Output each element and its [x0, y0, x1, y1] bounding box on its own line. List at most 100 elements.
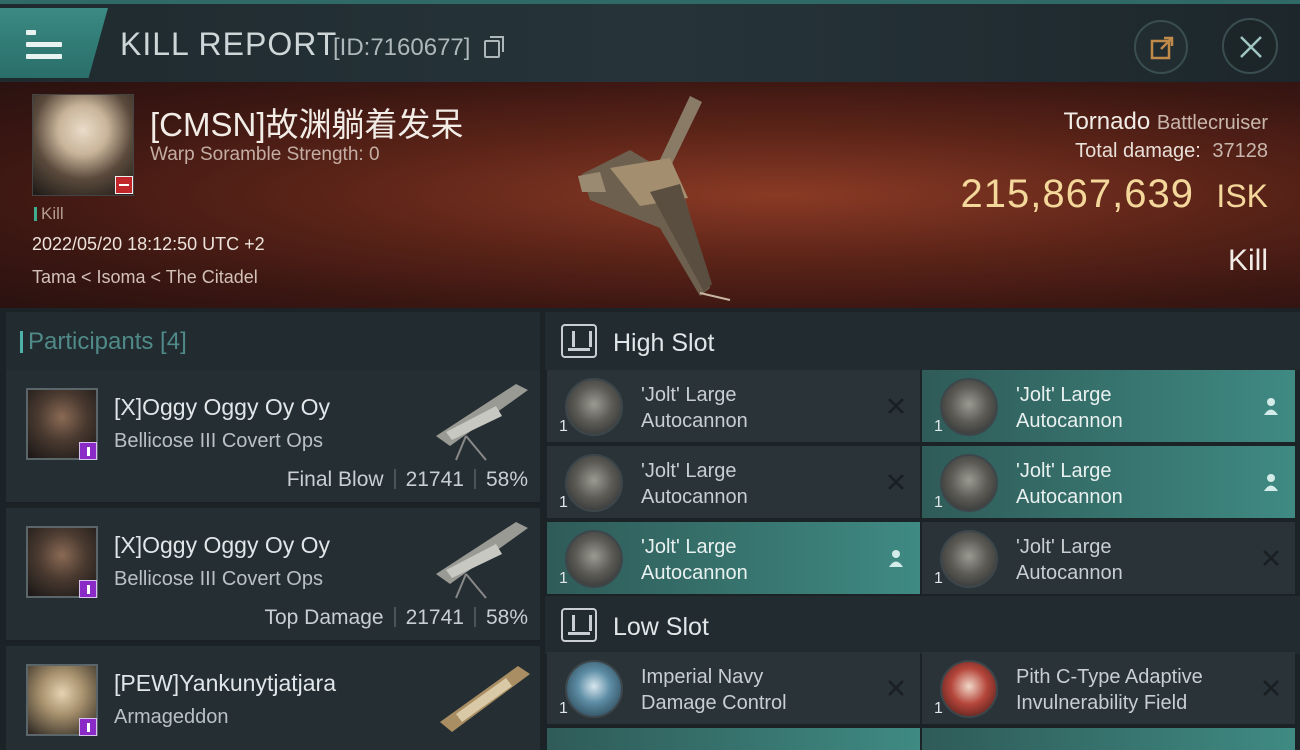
share-icon — [1150, 36, 1174, 60]
autocannon-icon — [940, 378, 998, 436]
ship-name[interactable]: Tornado — [1063, 108, 1150, 135]
module-item[interactable]: 1 'Jolt' Large Autocannon — [922, 370, 1295, 442]
participant-ship: Bellicose III Covert Ops — [114, 568, 323, 590]
participant-role: Final Blow — [286, 468, 384, 491]
destroyed-icon — [888, 398, 904, 414]
module-name: 'Jolt' Large Autocannon — [1016, 458, 1256, 510]
isk-amount: 215,867,639 — [960, 172, 1194, 216]
warp-scramble-strength: Warp Soramble Strength: 0 — [150, 144, 380, 165]
module-name-line1: 'Jolt' Large — [1016, 536, 1112, 558]
invulnerability-field-icon — [940, 660, 998, 718]
module-name-line2: Invulnerability Field — [1016, 692, 1188, 714]
participant-percent: 58% — [485, 606, 528, 629]
ship-role-icon — [79, 442, 97, 460]
module-quantity: 1 — [559, 494, 568, 511]
corp-badge-icon — [115, 176, 133, 194]
participant-name: [X]Oggy Oggy Oy Oy — [114, 394, 331, 420]
module-name-line1: 'Jolt' Large — [641, 460, 737, 482]
module-name-line1: 'Jolt' Large — [1016, 384, 1112, 406]
module-item[interactable]: 1 Imperial Navy Damage Control — [547, 652, 920, 724]
autocannon-icon — [565, 454, 623, 512]
autocannon-icon — [940, 454, 998, 512]
module-quantity: 1 — [934, 700, 943, 717]
module-quantity: 1 — [934, 494, 943, 511]
module-item[interactable]: 1 'Jolt' Large Autocannon — [922, 446, 1295, 518]
total-damage: Total damage: 37128 — [1075, 140, 1268, 163]
kill-result: Kill — [1227, 244, 1268, 277]
autocannon-icon — [940, 530, 998, 588]
kill-location[interactable]: Tama < Isoma < The Citadel — [32, 267, 258, 288]
module-quantity: 1 — [559, 418, 568, 435]
destroyed-icon — [888, 474, 904, 490]
close-button[interactable] — [1222, 18, 1278, 74]
module-name-line2: Autocannon — [641, 562, 748, 584]
module-name-line2: Damage Control — [641, 692, 787, 714]
module-item[interactable] — [922, 728, 1295, 750]
module-quantity: 1 — [559, 700, 568, 717]
report-id: [ID:7160677] — [333, 34, 471, 61]
isk-value: 215,867,639 ISK — [961, 172, 1268, 217]
page-title: KILL REPORT — [120, 26, 338, 62]
total-damage-value: 37128 — [1212, 140, 1268, 162]
ship-thumbnail — [436, 522, 528, 599]
destroyed-icon — [1263, 550, 1279, 566]
participant-name: [PEW]Yankunytjatjara — [114, 670, 337, 696]
damage-control-icon — [565, 660, 623, 718]
module-item[interactable] — [547, 728, 920, 750]
module-item[interactable]: 1 'Jolt' Large Autocannon — [922, 522, 1295, 594]
module-name-line2: Autocannon — [1016, 562, 1123, 584]
module-quantity: 1 — [934, 418, 943, 435]
participants-header[interactable]: Participants [4] — [6, 312, 540, 370]
ship-info: Tornado Battlecruiser — [1063, 108, 1268, 136]
module-name: Pith C-Type Adaptive Invulnerability Fiel… — [1016, 664, 1256, 716]
autocannon-icon — [565, 530, 623, 588]
module-name-line1: 'Jolt' Large — [641, 536, 737, 558]
high-slot-label: High Slot — [613, 329, 715, 357]
ship-class: Battlecruiser — [1156, 112, 1268, 134]
participants-label: Participants [4] — [20, 328, 187, 355]
close-icon — [1240, 36, 1262, 58]
module-quantity: 1 — [559, 570, 568, 587]
dropped-person-icon — [1264, 474, 1278, 491]
destroyed-icon — [888, 680, 904, 696]
module-name: 'Jolt' Large Autocannon — [641, 534, 881, 586]
participant-stats: Top Damage 21741 58% — [264, 606, 528, 630]
module-name-line1: Pith C-Type Adaptive — [1016, 666, 1203, 688]
module-name: 'Jolt' Large Autocannon — [641, 382, 881, 434]
ship-render — [578, 96, 731, 301]
module-name-line2: Autocannon — [1016, 486, 1123, 508]
dropped-person-icon — [889, 550, 903, 567]
isk-unit: ISK — [1216, 178, 1268, 214]
module-item[interactable]: 1 'Jolt' Large Autocannon — [547, 370, 920, 442]
low-slot-header: Low Slot — [545, 596, 1300, 654]
low-slot-icon — [561, 608, 597, 642]
kill-tag: Kill — [34, 204, 64, 224]
total-damage-label: Total damage: — [1075, 140, 1201, 162]
module-item[interactable]: 1 'Jolt' Large Autocannon — [547, 522, 920, 594]
module-name-line2: Autocannon — [1016, 410, 1123, 432]
menu-button[interactable] — [0, 8, 108, 78]
participant-damage: 21741 — [405, 468, 464, 491]
participant-ship: Armageddon — [114, 706, 229, 728]
module-quantity: 1 — [934, 570, 943, 587]
ship-thumbnail — [436, 384, 528, 461]
participants-panel: Participants [4] [X]Oggy Oggy Oy Oy Bell… — [0, 308, 545, 750]
kill-summary: [CMSN]故渊躺着发呆 Warp Soramble Strength: 0 K… — [0, 82, 1300, 308]
participant-percent: 58% — [485, 468, 528, 491]
victim-name[interactable]: [CMSN]故渊躺着发呆 — [150, 98, 464, 146]
ship-role-icon — [79, 718, 97, 736]
participant-card[interactable]: [X]Oggy Oggy Oy Oy Bellicose III Covert … — [6, 508, 540, 642]
share-button[interactable] — [1134, 20, 1188, 74]
module-item[interactable]: 1 'Jolt' Large Autocannon — [547, 446, 920, 518]
participant-card[interactable]: [X]Oggy Oggy Oy Oy Bellicose III Covert … — [6, 370, 540, 504]
module-name-line2: Autocannon — [641, 486, 748, 508]
copy-icon[interactable] — [484, 36, 504, 58]
kill-datetime: 2022/05/20 18:12:50 UTC +2 — [32, 234, 265, 254]
ship-role-icon — [79, 580, 97, 598]
high-slot-icon — [561, 324, 597, 358]
menu-icon — [26, 30, 62, 66]
participant-card[interactable]: [PEW]Yankunytjatjara Armageddon — [6, 646, 540, 750]
module-item[interactable]: 1 Pith C-Type Adaptive Invulnerability Fi… — [922, 652, 1295, 724]
autocannon-icon — [565, 378, 623, 436]
participant-ship: Bellicose III Covert Ops — [114, 430, 323, 452]
